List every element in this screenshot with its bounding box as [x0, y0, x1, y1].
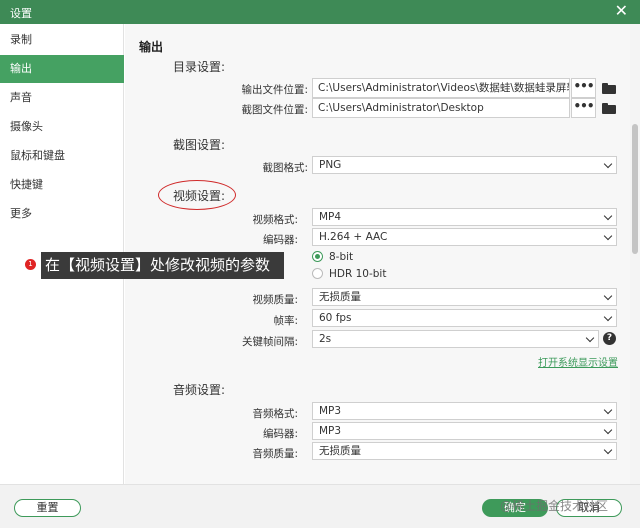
system-display-settings-link[interactable]: 打开系统显示设置 [538, 354, 618, 369]
highlight-ellipse [158, 180, 236, 210]
chevron-down-icon [603, 159, 613, 169]
keyframe-interval-label: 关键帧间隔: [241, 336, 298, 348]
output-folder-open-icon[interactable] [602, 83, 616, 94]
window-title: 设置 [10, 7, 32, 20]
screenshot-format-label: 截图格式: [262, 162, 308, 174]
sidebar-item-output[interactable]: 输出 [0, 55, 124, 83]
section-heading-output: 输出 [139, 40, 164, 54]
fps-label: 帧率: [273, 315, 298, 327]
chevron-down-icon [585, 333, 595, 343]
chevron-down-icon [603, 231, 613, 241]
scrollbar-thumb[interactable] [632, 124, 638, 254]
watermark: @稀土掘金技术社区 [500, 499, 609, 513]
help-icon[interactable]: ? [603, 332, 616, 345]
video-quality-label: 视频质量: [252, 294, 298, 306]
output-folder-browse-button[interactable]: ••• [571, 78, 596, 98]
audio-format-value: MP3 [319, 405, 342, 417]
output-folder-label: 输出文件位置: [241, 84, 308, 96]
step-badge: 1 [25, 259, 36, 270]
radio-8bit-label: 8-bit [329, 251, 354, 263]
video-quality-select[interactable]: 无损质量 [312, 288, 617, 306]
close-icon[interactable]: ✕ [615, 2, 628, 20]
screenshot-folder-label: 截图文件位置: [241, 104, 308, 116]
audio-format-label: 音频格式: [252, 408, 298, 420]
radio-8bit[interactable] [312, 251, 323, 262]
fps-value: 60 fps [319, 312, 352, 324]
output-folder-field[interactable]: C:\Users\Administrator\Videos\数据蛙\数据蛙录屏软… [312, 78, 570, 98]
audio-encoder-select[interactable]: MP3 [312, 422, 617, 440]
sidebar-item-hotkeys[interactable]: 快捷键 [0, 171, 124, 199]
audio-format-select[interactable]: MP3 [312, 402, 617, 420]
screenshot-format-value: PNG [319, 159, 342, 171]
video-format-select[interactable]: MP4 [312, 208, 617, 226]
sidebar-item-camera[interactable]: 摄像头 [0, 113, 124, 141]
sidebar-item-record[interactable]: 录制 [0, 26, 124, 54]
reset-button[interactable]: 重置 [14, 499, 81, 517]
screenshot-folder-open-icon[interactable] [602, 103, 616, 114]
video-quality-value: 无损质量 [319, 291, 361, 303]
sidebar-item-sound[interactable]: 声音 [0, 84, 124, 112]
keyframe-interval-value: 2s [319, 333, 332, 345]
scrollbar[interactable] [630, 24, 640, 484]
chevron-down-icon [603, 312, 613, 322]
chevron-down-icon [603, 211, 613, 221]
audio-quality-label: 音频质量: [252, 448, 298, 460]
keyframe-interval-select[interactable]: 2s [312, 330, 599, 348]
screenshot-format-select[interactable]: PNG [312, 156, 617, 174]
audio-quality-select[interactable]: 无损质量 [312, 442, 617, 460]
directory-settings-heading: 目录设置: [173, 60, 226, 74]
chevron-down-icon [603, 425, 613, 435]
title-bar: 设置 ✕ [0, 0, 640, 24]
audio-settings-heading: 音频设置: [173, 383, 226, 397]
video-encoder-select[interactable]: H.264 + AAC [312, 228, 617, 246]
sidebar-item-mouse-keyboard[interactable]: 鼠标和键盘 [0, 142, 124, 170]
fps-select[interactable]: 60 fps [312, 309, 617, 327]
radio-hdr10bit-label: HDR 10-bit [329, 268, 387, 280]
video-encoder-label: 编码器: [262, 234, 298, 246]
screenshot-folder-field[interactable]: C:\Users\Administrator\Desktop [312, 98, 570, 118]
chevron-down-icon [603, 445, 613, 455]
audio-encoder-label: 编码器: [262, 428, 298, 440]
video-format-value: MP4 [319, 211, 342, 223]
audio-encoder-value: MP3 [319, 425, 342, 437]
chevron-down-icon [603, 405, 613, 415]
video-encoder-value: H.264 + AAC [319, 231, 388, 243]
chevron-down-icon [603, 291, 613, 301]
screenshot-settings-heading: 截图设置: [173, 138, 226, 152]
screenshot-folder-browse-button[interactable]: ••• [571, 98, 596, 118]
annotation-tooltip: 在【视频设置】处修改视频的参数 [41, 252, 284, 279]
video-format-label: 视频格式: [252, 214, 298, 226]
radio-hdr10bit[interactable] [312, 268, 323, 279]
audio-quality-value: 无损质量 [319, 445, 361, 457]
sidebar-item-more[interactable]: 更多 [0, 200, 124, 228]
